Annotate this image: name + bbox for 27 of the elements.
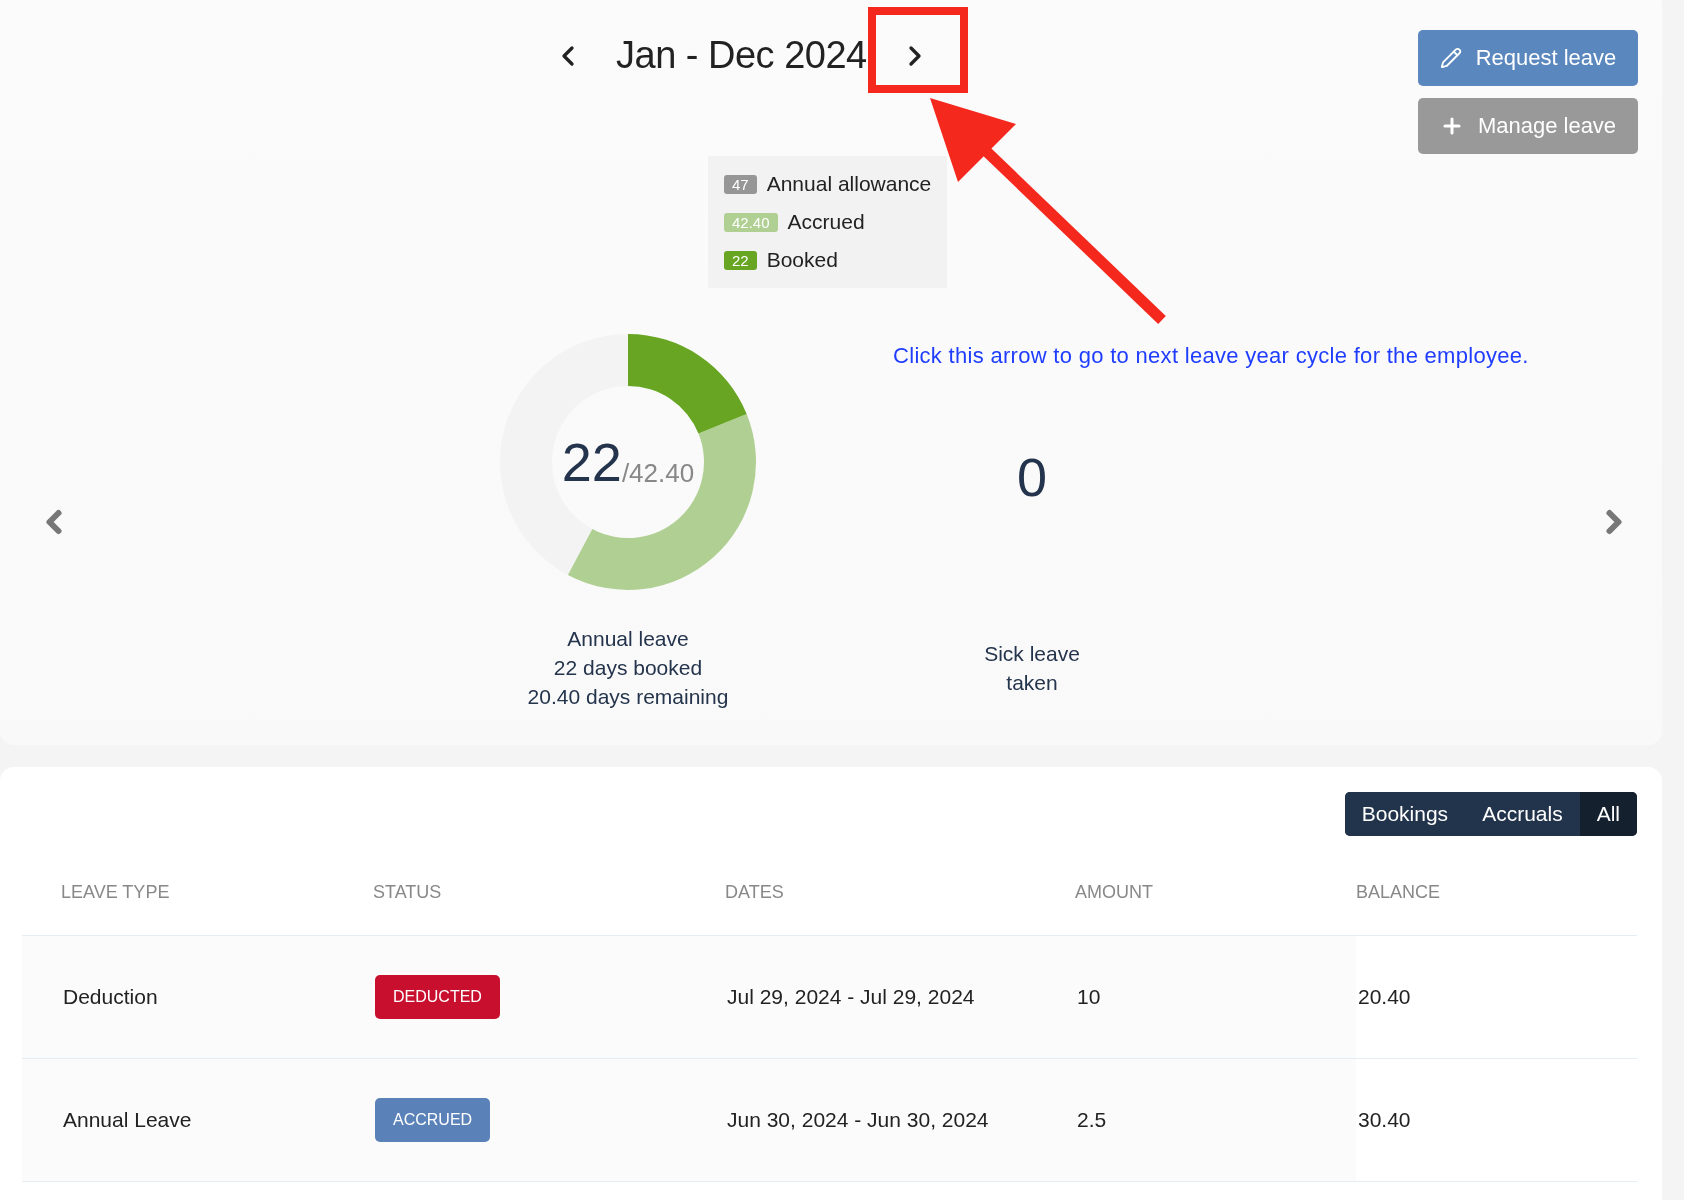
legend-chip: 42.40 xyxy=(724,212,778,232)
summary-line: Sick leave xyxy=(984,640,1080,667)
filter-tab[interactable]: All xyxy=(1579,792,1637,836)
table-cell: Annual Leave xyxy=(22,1059,373,1182)
table-cell: Deduction xyxy=(22,936,373,1059)
period-title: Jan - Dec 2024 xyxy=(616,34,867,77)
legend-chip: 47 xyxy=(724,174,757,194)
summary-line: 20.40 days remaining xyxy=(527,684,729,710)
legend-chip: 22 xyxy=(724,250,757,270)
table-cell: Jun 30, 2024 - Jun 30, 2024 xyxy=(725,1059,1075,1182)
summary-line: taken xyxy=(1006,669,1058,696)
sick-leave-count: 0 xyxy=(1016,445,1047,508)
table-cell: 10 xyxy=(1075,936,1356,1059)
table-cell: Jul 29, 2024 - Jul 29, 2024 xyxy=(725,936,1075,1059)
accrued-total: /42.40 xyxy=(621,457,695,489)
legend-label: Booked xyxy=(766,248,838,272)
summary-line: 22 days booked xyxy=(553,655,703,681)
status-badge: DEDUCTED xyxy=(375,975,500,1019)
request-leave-button[interactable]: Request leave xyxy=(1418,30,1638,86)
pencil-icon xyxy=(1439,47,1462,69)
annotation-note: Click this arrow to go to next leave year cycle for the employee. xyxy=(893,343,1529,369)
table-cell: 2.5 xyxy=(1075,1059,1356,1182)
legend-label: Annual allowance xyxy=(766,172,932,196)
summary-line: Annual leave xyxy=(567,626,689,652)
status-badge: ACCRUED xyxy=(375,1098,491,1142)
legend-label: Accrued xyxy=(787,210,865,234)
booked-value: 22 xyxy=(561,431,622,493)
